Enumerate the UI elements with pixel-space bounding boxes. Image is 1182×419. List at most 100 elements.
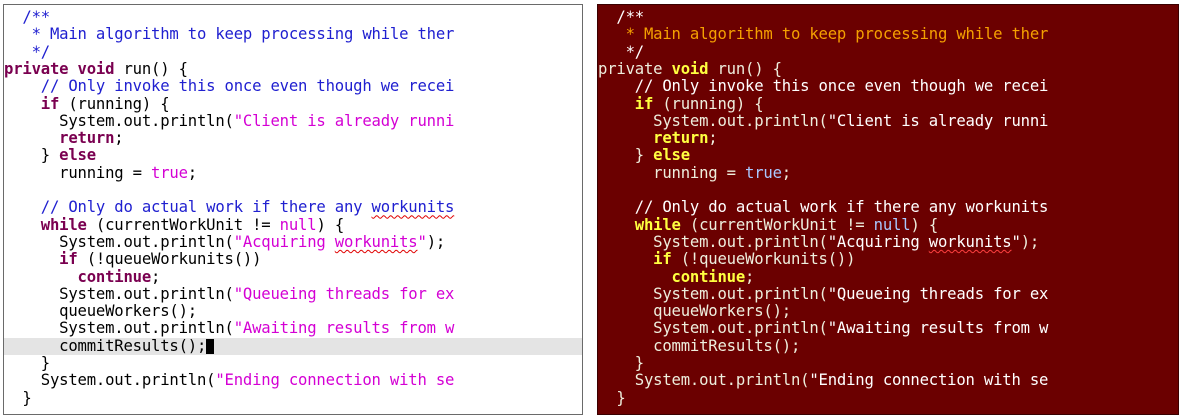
- code-token: commitResults();: [598, 336, 801, 355]
- code-token: private: [4, 59, 69, 78]
- code-token: System.out.println(: [598, 284, 828, 303]
- code-token: System.out.println(: [598, 319, 828, 338]
- code-token: null: [873, 215, 911, 234]
- code-editor-dark[interactable]: /** * Main algorithm to keep processing …: [597, 4, 1179, 415]
- code-token: // Only do actual work if there any: [4, 198, 372, 217]
- code-line: commitResults();: [598, 336, 1178, 355]
- code-line: /**: [4, 9, 582, 26]
- code-line: System.out.println("Queueing threads for…: [598, 284, 1178, 303]
- code-token: commitResults();: [4, 336, 207, 355]
- code-token: ) {: [910, 215, 939, 234]
- code-token: }: [4, 388, 32, 407]
- code-line: System.out.println("Queueing threads for…: [4, 285, 582, 303]
- code-line: /**: [598, 9, 1178, 26]
- code-editor-light[interactable]: /** * Main algorithm to keep processing …: [3, 4, 583, 415]
- code-token: continue: [77, 267, 152, 286]
- code-token: ;: [187, 163, 197, 182]
- code-token: running =: [4, 163, 152, 182]
- code-token: /**: [4, 8, 50, 26]
- code-token: System.out.println(: [598, 111, 828, 130]
- code-token: }: [598, 146, 654, 165]
- code-line: // Only do actual work if there any work…: [4, 199, 582, 216]
- code-line: } else: [598, 147, 1178, 164]
- code-line: System.out.println("Ending connection wi…: [4, 372, 582, 389]
- code-token: // Only invoke this once even though we …: [4, 77, 455, 96]
- code-line: // Only do actual work if there any work…: [598, 199, 1178, 216]
- code-line: * Main algorithm to keep processing whil…: [4, 26, 582, 43]
- code-token: workunits: [334, 232, 418, 251]
- code-line: while (currentWorkUnit != null) {: [598, 215, 1178, 234]
- code-token: }: [598, 388, 626, 407]
- code-line: // Only invoke this once even though we …: [4, 78, 582, 95]
- code-line: }: [4, 355, 582, 372]
- code-token: true: [745, 163, 782, 182]
- code-token: "Client is already runni: [827, 111, 1049, 130]
- code-token: if: [59, 250, 78, 269]
- code-line: System.out.println("Acquiring workunits"…: [4, 232, 582, 251]
- code-line: if (running) {: [4, 95, 582, 113]
- code-token: void: [77, 59, 115, 78]
- code-line: if (running) {: [598, 95, 1178, 113]
- code-token: "Awaiting results from w: [233, 319, 455, 338]
- code-token: workunits: [371, 198, 455, 217]
- code-token: "Ending connection with se: [809, 371, 1049, 390]
- code-line: if (!queueWorkunits()): [598, 251, 1178, 268]
- code-token: ;: [781, 163, 791, 182]
- code-token: System.out.println(: [598, 371, 810, 390]
- code-token: (currentWorkUnit !=: [680, 215, 874, 234]
- code-token: "Queueing threads for ex: [827, 284, 1049, 303]
- code-line: private void run() {: [4, 59, 582, 78]
- code-token: "Awaiting results from w: [827, 319, 1049, 338]
- code-token: // Only do actual work if there any work…: [598, 198, 1049, 217]
- code-token: "Acquiring: [233, 232, 335, 251]
- code-token: true: [151, 163, 188, 182]
- code-token: (currentWorkUnit !=: [86, 215, 280, 234]
- code-line: return;: [4, 130, 582, 147]
- code-line: * Main algorithm to keep processing whil…: [598, 26, 1178, 43]
- code-line: if (!queueWorkunits()): [4, 251, 582, 268]
- code-line: return;: [598, 130, 1178, 147]
- code-token: ;: [114, 129, 124, 148]
- code-line: // Only invoke this once even though we …: [598, 78, 1178, 95]
- code-token: /**: [598, 8, 644, 26]
- current-line: commitResults();: [4, 336, 582, 355]
- code-token: while: [40, 215, 87, 234]
- code-line: */: [598, 43, 1178, 61]
- code-token: ;: [745, 267, 755, 286]
- code-token: queueWorkers();: [598, 302, 791, 321]
- code-line: System.out.println("Awaiting results fro…: [598, 320, 1178, 337]
- code-token: ;: [708, 129, 718, 148]
- code-token: running =: [598, 163, 746, 182]
- text-caret: [206, 338, 215, 354]
- code-line: continue;: [4, 267, 582, 286]
- code-token: */: [4, 42, 51, 61]
- code-token: (!queueWorkunits()): [77, 250, 262, 269]
- code-line: queueWorkers();: [598, 303, 1178, 320]
- code-line: private void run() {: [598, 59, 1178, 78]
- code-line: System.out.println("Ending connection wi…: [598, 372, 1178, 389]
- code-token: return: [59, 129, 115, 148]
- code-token: }: [598, 354, 644, 372]
- code-token: queueWorkers();: [4, 302, 197, 321]
- code-token: else: [59, 146, 96, 165]
- code-token: continue: [671, 267, 746, 286]
- code-token: while: [634, 215, 681, 234]
- code-token: private: [598, 59, 663, 78]
- code-token: if: [653, 250, 672, 269]
- code-token: ) {: [316, 215, 345, 234]
- code-token: }: [4, 354, 50, 372]
- code-token: workunits: [928, 232, 1012, 251]
- code-line: */: [4, 42, 582, 61]
- code-line: System.out.println("Acquiring workunits"…: [598, 232, 1178, 251]
- code-token: ": [417, 232, 427, 251]
